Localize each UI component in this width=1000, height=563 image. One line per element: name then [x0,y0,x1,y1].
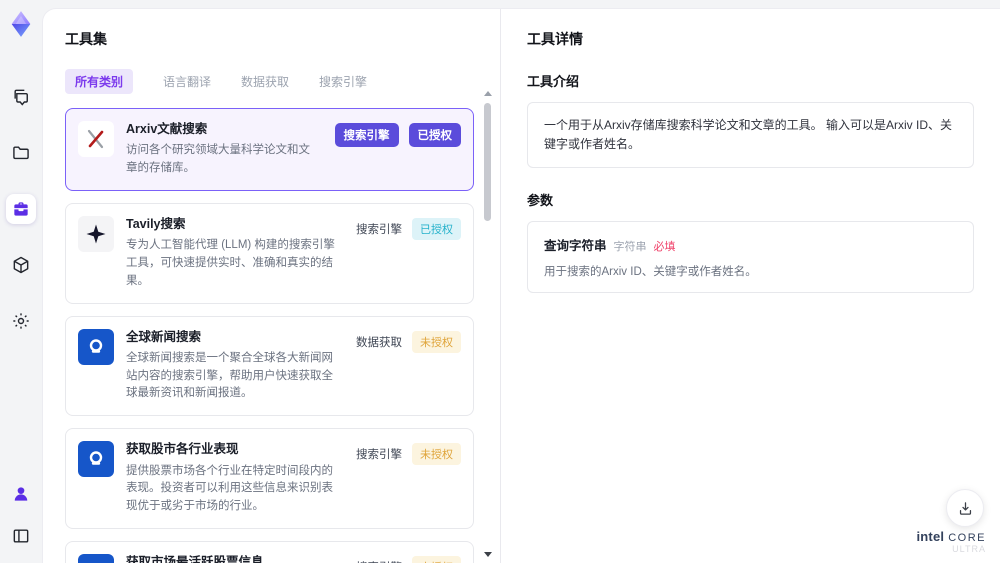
tool-name: Arxiv文献搜索 [126,122,208,136]
intel-core-logo: intel CORE ULTRA [916,528,986,555]
status-badge: 未授权 [412,443,461,466]
page-title: 工具集 [65,31,107,47]
status-badge: 未授权 [412,555,461,563]
tool-card[interactable]: 全球新闻搜索 全球新闻搜索是一个聚合全球各大新闻网站内容的搜索引擎，帮助用户快速… [65,315,474,417]
tool-detail-pane: 工具详情 工具介绍 一个用于从Arxiv存储库搜索科学论文和文章的工具。 输入可… [501,9,1000,563]
stock-app-icon [78,441,114,478]
category-badge: 搜索引擎 [356,449,402,462]
tool-description: 专为人工智能代理 (LLM) 构建的搜索引擎工具，可快速提供实时、准确和真实的结… [126,239,335,287]
scroll-up-arrow[interactable] [484,91,492,96]
tool-name: Tavily搜索 [126,216,186,231]
news-app-icon [78,328,114,365]
param-box: 查询字符串 字符串 必填 用于搜索的Arxiv ID、关键字或作者姓名。 [527,221,974,294]
intro-heading: 工具介绍 [527,74,580,89]
tool-name: 获取股市各行业表现 [126,442,239,457]
tool-card[interactable]: 获取市场最活跃股票信息 提供当天交易量最高的股票列表，投资者可以利用这些信息来识… [65,540,474,563]
settings-icon[interactable] [6,306,36,336]
tool-description: 提供股票市场各个行业在特定时间段内的表现。投资者可以利用这些信息来识别表现优于或… [126,464,333,513]
app-logo-icon[interactable] [7,10,35,38]
download-icon [959,501,971,515]
status-badge: 已授权 [412,217,461,240]
category-badge: 数据获取 [356,336,402,349]
tool-description: 访问各个研究领域大量科学论文和文章的存储库。 [126,144,310,175]
chat-icon[interactable] [6,82,36,112]
intro-text: 一个用于从Arxiv存储库搜索科学论文和文章的工具。 输入可以是Arxiv ID… [544,118,953,152]
tool-card[interactable]: Arxiv文献搜索 访问各个研究领域大量科学论文和文章的存储库。 搜索引擎 已授… [65,108,474,191]
scrollbar-thumb[interactable] [484,103,491,221]
scroll-down-arrow[interactable] [484,552,492,557]
panel-icon[interactable] [6,521,36,551]
brand-core-text: CORE [948,531,986,544]
tab-all-categories[interactable]: 所有类别 [65,69,134,94]
tavily-icon [78,215,114,252]
arxiv-icon [78,121,114,157]
folder-icon[interactable] [6,138,36,168]
tool-card[interactable]: Tavily搜索 专为人工智能代理 (LLM) 构建的搜索引擎工具，可快速提供实… [65,202,474,304]
tool-list-pane: 工具集 所有类别 语言翻译 数据获取 搜索引擎 Arxiv文献搜索 访问各个研究… [43,9,501,563]
tool-card-list: Arxiv文献搜索 访问各个研究领域大量科学论文和文章的存储库。 搜索引擎 已授… [65,108,500,563]
intro-box: 一个用于从Arxiv存储库搜索科学论文和文章的工具。 输入可以是Arxiv ID… [527,102,974,169]
category-tabs: 所有类别 语言翻译 数据获取 搜索引擎 [65,69,500,94]
status-badge: 未授权 [412,330,461,353]
brand-intel-text: intel [916,528,945,544]
app-window: 工具集 所有类别 语言翻译 数据获取 搜索引擎 Arxiv文献搜索 访问各个研究… [0,0,1000,563]
brand-ultra-text: ULTRA [952,544,986,555]
tab-search-engine[interactable]: 搜索引擎 [319,69,367,94]
category-badge: 搜索引擎 [356,559,402,563]
param-required-badge: 必填 [653,241,676,254]
tab-translation[interactable]: 语言翻译 [163,69,211,94]
tool-name: 全球新闻搜索 [126,329,202,344]
left-icon-rail [0,0,42,563]
list-scrollbar[interactable] [483,91,492,557]
stock-app-icon [78,553,114,563]
param-type: 字符串 [613,241,647,254]
status-badge: 已授权 [408,123,461,147]
tab-data-fetch[interactable]: 数据获取 [241,69,289,94]
package-icon[interactable] [6,250,36,280]
tool-card[interactable]: 获取股市各行业表现 提供股票市场各个行业在特定时间段内的表现。投资者可以利用这些… [65,428,474,529]
param-description: 用于搜索的Arxiv ID、关键字或作者姓名。 [544,266,757,279]
detail-title: 工具详情 [527,31,583,47]
download-button[interactable] [946,489,984,527]
param-name: 查询字符串 [544,239,607,254]
user-icon[interactable] [6,479,36,509]
toolbox-icon[interactable] [6,194,36,224]
main-panel: 工具集 所有类别 语言翻译 数据获取 搜索引擎 Arxiv文献搜索 访问各个研究… [42,8,1000,563]
category-badge: 搜索引擎 [334,123,399,147]
category-badge: 搜索引擎 [356,223,402,236]
tool-description: 全球新闻搜索是一个聚合全球各大新闻网站内容的搜索引擎，帮助用户快速获取全球最新资… [126,351,333,400]
params-heading: 参数 [527,193,554,209]
tool-name: 获取市场最活跃股票信息 [126,554,264,563]
